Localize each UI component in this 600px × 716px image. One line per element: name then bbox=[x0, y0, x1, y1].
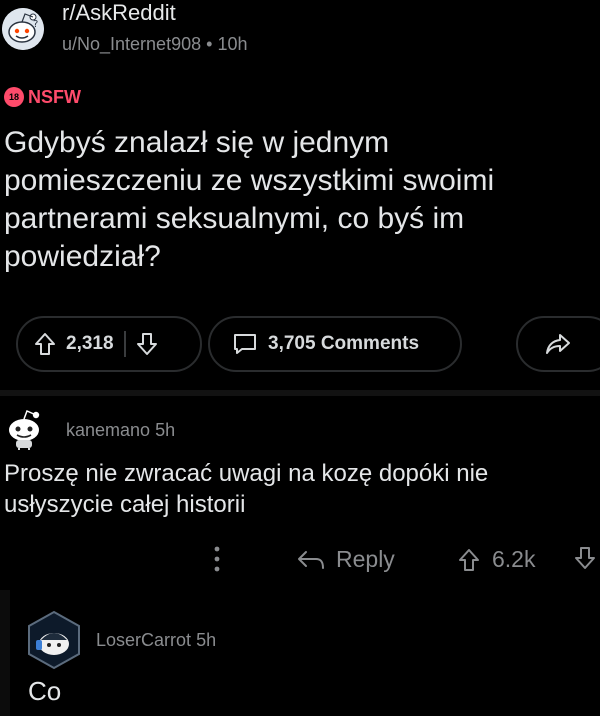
losercarrot-avatar-icon[interactable] bbox=[24, 610, 84, 670]
share-button[interactable] bbox=[516, 316, 600, 372]
reply-username[interactable]: LoserCarrot bbox=[96, 630, 191, 650]
comment-time: 5h bbox=[155, 420, 176, 440]
downvote-icon[interactable] bbox=[136, 332, 158, 356]
svg-text:?: ? bbox=[33, 19, 38, 30]
post-header: ? r/AskReddit u/No_Internet908 • 10h bbox=[0, 0, 600, 60]
subreddit-avatar-icon[interactable]: ? bbox=[2, 8, 44, 50]
thread-line[interactable] bbox=[0, 590, 10, 716]
comment-icon bbox=[232, 332, 258, 356]
comments-count: 3,705 Comments bbox=[268, 333, 420, 354]
upvote-count: 2,318 bbox=[66, 333, 114, 354]
upvote-icon[interactable] bbox=[458, 548, 480, 572]
reply-label: Reply bbox=[336, 546, 395, 572]
comment-actions: Reply 6.2k bbox=[0, 540, 600, 580]
downvote-icon[interactable] bbox=[574, 546, 596, 570]
upvote-icon[interactable] bbox=[34, 332, 56, 356]
post-title[interactable]: Gdybyś znalazł się w jednym pomieszczeni… bbox=[4, 124, 594, 276]
reply-arrow-icon bbox=[296, 549, 326, 571]
reddit-post-screen: ? r/AskReddit u/No_Internet908 • 10h 18 … bbox=[0, 0, 600, 716]
vote-separator bbox=[123, 331, 126, 357]
comment-score: 6.2k bbox=[492, 546, 536, 572]
post-time: 10h bbox=[217, 34, 248, 54]
vote-pill: 2,318 bbox=[16, 316, 202, 372]
meta-separator: • bbox=[206, 34, 218, 54]
kanemano-avatar-icon[interactable] bbox=[2, 406, 46, 450]
post-author[interactable]: u/No_Internet908 bbox=[62, 34, 201, 54]
section-divider bbox=[0, 390, 600, 396]
reply-body: Co bbox=[28, 676, 62, 706]
subreddit-name[interactable]: r/AskReddit bbox=[62, 0, 176, 26]
comment-username[interactable]: kanemano bbox=[66, 420, 150, 440]
reply-button[interactable]: Reply bbox=[296, 546, 395, 573]
reply-time: 5h bbox=[196, 630, 217, 650]
post-meta: u/No_Internet908 • 10h bbox=[62, 34, 247, 55]
comment-body: Proszę nie zwracać uwagi na kozę dopóki … bbox=[4, 460, 489, 518]
more-options-icon[interactable] bbox=[210, 544, 224, 574]
comments-button[interactable]: 3,705 Comments bbox=[208, 316, 462, 372]
nsfw-18-icon: 18 bbox=[4, 87, 24, 107]
nsfw-label: NSFW bbox=[28, 86, 81, 107]
comment-author: kanemano 5h bbox=[66, 420, 175, 441]
share-icon bbox=[544, 332, 572, 356]
nsfw-tag: 18 NSFW bbox=[4, 84, 81, 110]
comment-upvote[interactable]: 6.2k bbox=[458, 546, 535, 573]
reply-author: LoserCarrot 5h bbox=[96, 630, 216, 651]
